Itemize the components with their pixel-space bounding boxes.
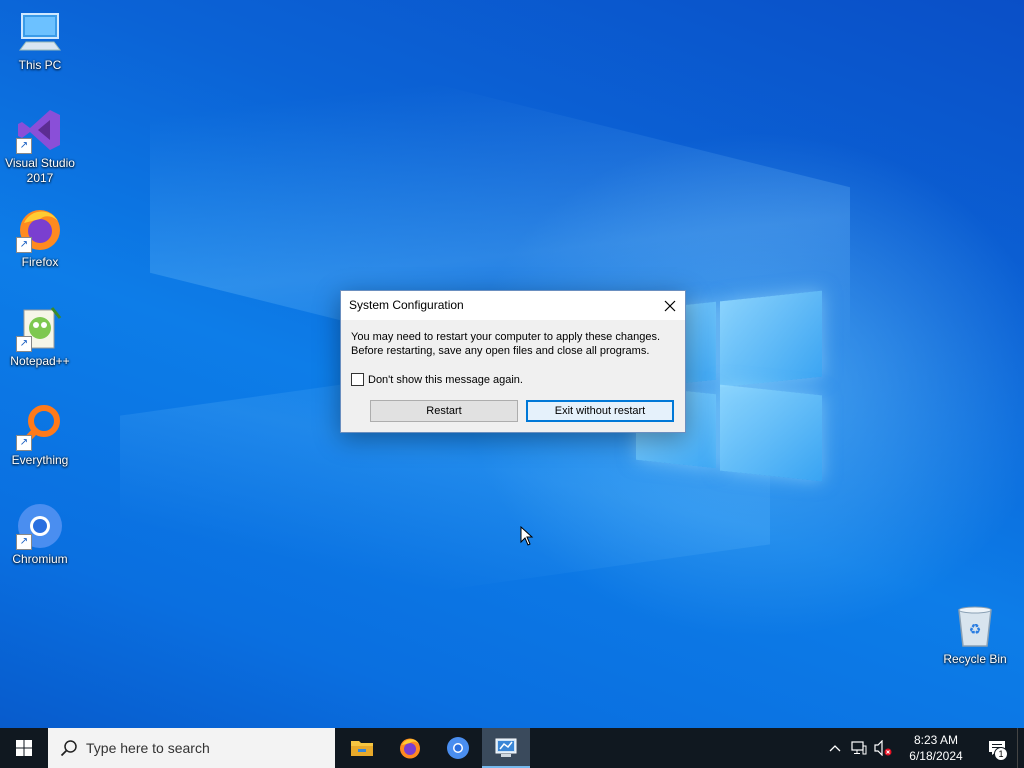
exit-without-restart-button[interactable]: Exit without restart (526, 400, 674, 422)
everything-search-icon: ↗ (16, 403, 64, 451)
shortcut-arrow-icon: ↗ (16, 138, 32, 154)
computer-icon (16, 8, 64, 56)
clock[interactable]: 8:23 AM 6/18/2024 (895, 732, 977, 764)
taskbar-search-box[interactable]: Type here to search (48, 728, 335, 768)
recycle-bin-icon: ♻ (951, 602, 999, 650)
notification-count-badge: 1 (994, 747, 1008, 761)
taskbar: Type here to search 8:23 AM 6/18/2024 1 (0, 728, 1024, 768)
dialog-message: You may need to restart your computer to… (351, 330, 675, 358)
system-configuration-icon (495, 738, 517, 757)
network-icon (851, 741, 867, 755)
dont-show-again-row[interactable]: Don't show this message again. (351, 373, 675, 386)
desktop-icon-firefox[interactable]: ↗ Firefox (0, 205, 80, 270)
taskbar-chromium[interactable] (434, 728, 482, 768)
chromium-icon (447, 737, 469, 759)
taskbar-system-configuration[interactable] (482, 728, 530, 768)
taskbar-file-explorer[interactable] (338, 728, 386, 768)
windows-start-icon (16, 740, 32, 756)
search-placeholder: Type here to search (86, 740, 210, 756)
desktop-icon-recycle-bin[interactable]: ♻ Recycle Bin (935, 602, 1015, 667)
shortcut-arrow-icon: ↗ (16, 237, 32, 253)
start-button[interactable] (0, 728, 48, 768)
volume-muted-icon (874, 740, 892, 756)
message-line-2: Before restarting, save any open files a… (351, 345, 650, 357)
restart-button[interactable]: Restart (370, 400, 518, 422)
desktop-icon-notepad-plus-plus[interactable]: ↗ Notepad++ (0, 304, 80, 369)
clock-time: 8:23 AM (913, 733, 959, 747)
close-icon (664, 300, 676, 311)
desktop-icon-this-pc[interactable]: This PC (0, 8, 80, 73)
desktop-icon-everything[interactable]: ↗ Everything (0, 403, 80, 468)
dont-show-again-checkbox[interactable] (351, 373, 364, 386)
system-configuration-dialog: System Configuration You may need to res… (340, 290, 686, 433)
visual-studio-icon: ↗ (16, 106, 64, 154)
chevron-up-icon (829, 745, 841, 752)
dialog-title-bar[interactable]: System Configuration (341, 291, 685, 320)
mouse-cursor-icon (520, 526, 534, 546)
desktop-icon-chromium[interactable]: ↗ Chromium (0, 502, 80, 567)
volume-button[interactable] (871, 728, 895, 768)
action-center-button[interactable]: 1 (977, 728, 1017, 768)
system-tray: 8:23 AM 6/18/2024 1 (823, 728, 1024, 768)
show-hidden-icons-button[interactable] (823, 728, 847, 768)
search-icon (60, 740, 77, 757)
svg-text:♻: ♻ (969, 622, 982, 638)
network-button[interactable] (847, 728, 871, 768)
firefox-icon (400, 738, 420, 759)
desktop-icon-visual-studio[interactable]: ↗ Visual Studio 2017 (0, 106, 80, 186)
taskbar-firefox[interactable] (386, 728, 434, 768)
dont-show-again-label: Don't show this message again. (368, 373, 523, 386)
dialog-title: System Configuration (349, 298, 464, 312)
close-button[interactable] (655, 291, 685, 320)
message-line-1: You may need to restart your computer to… (351, 331, 660, 343)
shortcut-arrow-icon: ↗ (16, 534, 32, 550)
clock-date: 6/18/2024 (909, 749, 963, 763)
folder-icon (351, 741, 373, 756)
chromium-icon: ↗ (16, 502, 64, 550)
show-desktop-button[interactable] (1017, 728, 1024, 768)
firefox-icon: ↗ (16, 205, 64, 253)
shortcut-arrow-icon: ↗ (16, 336, 32, 352)
notepad-plus-plus-icon: ↗ (16, 304, 64, 352)
shortcut-arrow-icon: ↗ (16, 435, 32, 451)
